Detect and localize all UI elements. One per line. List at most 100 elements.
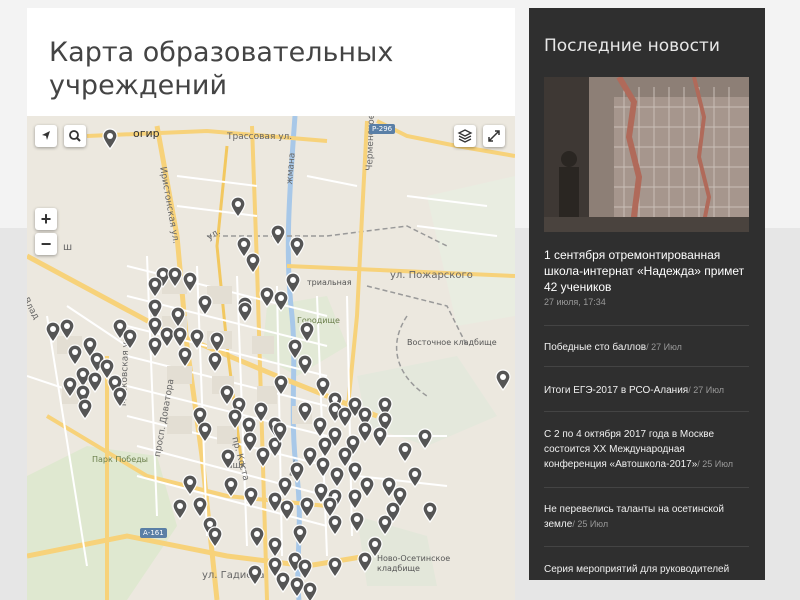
school-marker-icon[interactable] [245,252,261,274]
school-marker-icon[interactable] [112,386,128,408]
school-marker-icon[interactable] [147,276,163,298]
news-divider [544,325,749,326]
school-marker-icon[interactable] [359,476,375,498]
search-icon [69,130,81,142]
map-label-park-pobedy: Парк Победы [92,455,148,464]
road-shield-a161: А-161 [140,528,167,538]
school-marker-icon[interactable] [327,556,343,578]
road-shield-p296: Р-296 [369,124,396,134]
news-item-date: / 25 Июл [697,459,734,469]
school-marker-icon[interactable] [230,196,246,218]
school-marker-icon[interactable] [372,426,388,448]
school-marker-icon[interactable] [329,466,345,488]
renovation-photo-image [544,77,749,232]
news-divider [544,487,749,488]
map-label-novo-osetinskoe: Ново-Осетинское кладбище [377,554,451,573]
search-button[interactable] [64,125,86,147]
news-divider [544,411,749,412]
school-marker-icon[interactable] [197,294,213,316]
news-item[interactable]: Не перевелись таланты на осетинской земл… [544,502,749,532]
school-marker-icon[interactable] [172,498,188,520]
news-item-title: Итоги ЕГЭ-2017 в РСО-Алания [544,385,689,396]
school-marker-icon[interactable] [273,374,289,396]
navigation-arrow-icon [42,131,50,140]
featured-news-date: 27 июля, 17:34 [544,297,606,307]
school-marker-icon[interactable] [172,326,188,348]
school-marker-icon[interactable] [495,369,511,391]
school-marker-icon[interactable] [182,474,198,496]
news-item[interactable]: Серия мероприятий для руководителей [544,562,749,577]
school-marker-icon[interactable] [177,346,193,368]
news-item-title: Серия мероприятий для руководителей [544,564,730,575]
news-item[interactable]: С 2 по 4 октября 2017 года в Москве сост… [544,427,749,472]
fullscreen-button[interactable] [483,125,505,147]
school-marker-icon[interactable] [270,224,286,246]
school-marker-icon[interactable] [315,456,331,478]
school-marker-icon[interactable] [285,272,301,294]
school-marker-icon[interactable] [223,476,239,498]
schools-map[interactable]: огир Трассовая ул. Иристонская ул. Черме… [27,116,515,600]
school-marker-icon[interactable] [289,236,305,258]
zoom-in-button[interactable]: + [35,208,57,230]
school-marker-icon[interactable] [272,421,288,443]
school-marker-icon[interactable] [167,266,183,288]
school-marker-icon[interactable] [422,501,438,523]
school-marker-icon[interactable] [377,514,393,536]
school-marker-icon[interactable] [170,306,186,328]
map-label-vostochnoe-cemetery: Восточное кладбище [407,338,497,347]
layers-button[interactable] [454,125,476,147]
school-marker-icon[interactable] [197,421,213,443]
news-divider [544,366,749,367]
school-marker-icon[interactable] [312,416,328,438]
school-marker-icon[interactable] [207,351,223,373]
school-marker-icon[interactable] [102,128,118,150]
school-marker-icon[interactable] [192,496,208,518]
school-marker-icon[interactable] [182,271,198,293]
school-marker-icon[interactable] [297,401,313,423]
map-card: Карта образовательных учреждений огир Тр… [27,8,515,600]
school-marker-icon[interactable] [77,398,93,420]
news-item[interactable]: Победные сто баллов/ 27 Июл [544,340,749,355]
school-marker-icon[interactable] [297,558,313,580]
locate-button[interactable] [35,125,57,147]
school-marker-icon[interactable] [267,536,283,558]
school-marker-icon[interactable] [147,336,163,358]
school-marker-icon[interactable] [122,328,138,350]
school-marker-icon[interactable] [292,524,308,546]
school-marker-icon[interactable] [249,526,265,548]
school-marker-icon[interactable] [397,441,413,463]
school-marker-icon[interactable] [279,499,295,521]
news-item[interactable]: Итоги ЕГЭ-2017 в РСО-Алания/ 27 Июл [544,383,749,398]
featured-news-title[interactable]: 1 сентября отремонтированная школа-интер… [544,247,749,295]
news-item-date: / 27 Июл [646,342,682,352]
school-marker-icon[interactable] [227,408,243,430]
school-marker-icon[interactable] [247,564,263,586]
school-marker-icon[interactable] [349,511,365,533]
school-marker-icon[interactable] [87,371,103,393]
zoom-out-button[interactable]: − [35,233,57,255]
map-label-zavodskaya: огир [133,127,160,140]
map-label-sh: ш [63,242,73,253]
school-marker-icon[interactable] [220,448,236,470]
school-marker-icon[interactable] [67,344,83,366]
school-marker-icon[interactable] [297,354,313,376]
news-item-date: / 25 Июл [572,519,609,529]
fullscreen-icon [488,130,500,142]
school-marker-icon[interactable] [237,301,253,323]
school-marker-icon[interactable] [407,466,423,488]
featured-news-photo[interactable] [544,77,749,232]
school-marker-icon[interactable] [207,526,223,548]
school-marker-icon[interactable] [317,436,333,458]
school-marker-icon[interactable] [59,318,75,340]
news-item-date: / 27 Июл [688,385,725,395]
school-marker-icon[interactable] [299,321,315,343]
map-label-sirial: триальная [307,278,352,287]
school-marker-icon[interactable] [243,486,259,508]
school-marker-icon[interactable] [209,331,225,353]
school-marker-icon[interactable] [357,551,373,573]
school-marker-icon[interactable] [322,496,338,518]
map-label-pozharskogo: ул. Пожарского [390,270,473,281]
school-marker-icon[interactable] [302,581,318,600]
school-marker-icon[interactable] [417,428,433,450]
news-item-title: С 2 по 4 октября 2017 года в Москве сост… [544,429,715,470]
